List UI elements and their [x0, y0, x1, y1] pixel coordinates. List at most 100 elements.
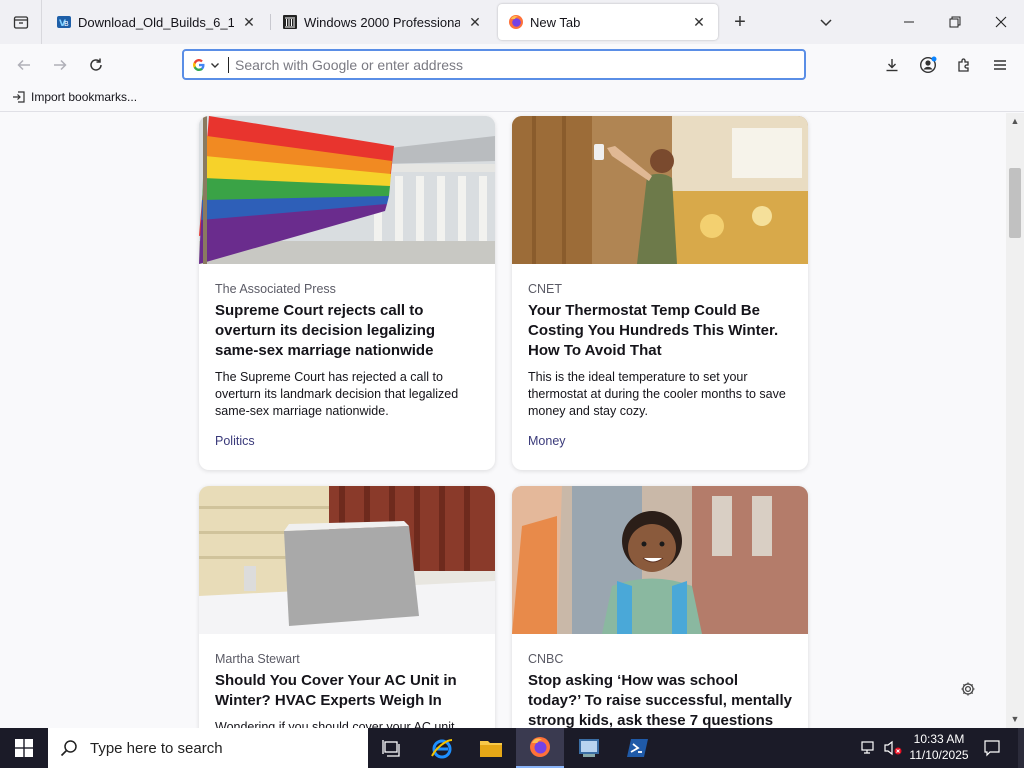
scroll-up-icon[interactable]: ▲ — [1009, 115, 1021, 127]
tab-title: Windows 2000 Professional : M — [304, 14, 460, 30]
story-headline[interactable]: Stop asking ‘How was school today?’ To r… — [528, 671, 792, 728]
tab-windows-2000[interactable]: Windows 2000 Professional : M ✕ — [272, 4, 494, 40]
vertical-scrollbar[interactable]: ▲ ▼ — [1006, 113, 1024, 728]
reload-button[interactable] — [82, 51, 110, 79]
story-excerpt: This is the ideal temperature to set you… — [528, 370, 786, 418]
start-button[interactable] — [0, 728, 48, 768]
reload-icon — [90, 58, 102, 71]
minimize-button[interactable] — [886, 0, 932, 44]
file-explorer-button[interactable] — [467, 728, 515, 768]
volume-muted-icon — [884, 740, 902, 756]
customize-new-tab-button[interactable] — [958, 679, 978, 699]
hamburger-menu-icon — [994, 60, 1006, 70]
restore-button[interactable] — [932, 0, 978, 44]
story-headline[interactable]: Should You Cover Your AC Unit in Winter?… — [215, 671, 479, 711]
tab-new-tab[interactable]: New Tab ✕ — [498, 4, 718, 40]
back-arrow-icon — [17, 59, 30, 71]
close-tab-icon[interactable]: ✕ — [690, 13, 708, 31]
firefox-view-icon — [13, 16, 28, 29]
story-topic: Money — [528, 434, 566, 448]
close-window-button[interactable] — [978, 0, 1024, 44]
powershell-button[interactable] — [614, 728, 662, 768]
network-icon — [861, 741, 874, 754]
story-thumbnail — [512, 486, 808, 634]
chevron-down-icon — [820, 19, 832, 27]
close-icon — [995, 16, 1007, 28]
navigation-toolbar — [0, 44, 1024, 86]
scroll-down-icon[interactable]: ▼ — [1009, 713, 1021, 725]
story-card[interactable]: CNBC Stop asking ‘How was school today?’… — [512, 486, 808, 728]
tab-title: New Tab — [530, 14, 581, 30]
virtualbox-icon: VB — [56, 14, 72, 30]
account-icon — [919, 56, 937, 74]
url-input[interactable] — [228, 56, 804, 73]
story-source: Martha Stewart — [215, 652, 300, 666]
list-all-tabs-button[interactable] — [814, 10, 838, 34]
internet-explorer-button[interactable] — [418, 728, 466, 768]
chevron-down-icon — [211, 62, 219, 68]
story-card[interactable]: The Associated Press Supreme Court rejec… — [199, 116, 495, 470]
tab-separator — [270, 14, 271, 30]
import-bookmarks-label: Import bookmarks... — [31, 90, 138, 104]
tab-download-old-builds[interactable]: VB Download_Old_Builds_6_1 – Ora ✕ — [46, 4, 268, 40]
story-topic: Politics — [215, 434, 255, 448]
taskbar-clock[interactable]: 10:33 AM 11/10/2025 — [904, 731, 974, 763]
story-excerpt: Wondering if you should cover your AC un… — [215, 720, 455, 728]
clock-time: 10:33 AM — [913, 732, 965, 746]
extensions-button[interactable] — [950, 51, 978, 79]
story-source: CNET — [528, 282, 563, 296]
story-headline[interactable]: Supreme Court rejects call to overturn i… — [215, 301, 479, 361]
forward-arrow-icon — [54, 59, 67, 71]
taskbar-search-placeholder: Type here to search — [90, 739, 223, 757]
story-thumbnail — [199, 486, 495, 634]
firefox-taskbar-button[interactable] — [516, 728, 564, 768]
gear-icon — [961, 682, 975, 696]
download-icon — [886, 59, 898, 72]
close-tab-icon[interactable]: ✕ — [466, 13, 484, 31]
new-tab-page: The Associated Press Supreme Court rejec… — [0, 113, 1006, 728]
story-card[interactable]: CNET Your Thermostat Temp Could Be Costi… — [512, 116, 808, 470]
new-tab-button[interactable]: + — [728, 10, 752, 34]
file-manager-button[interactable] — [565, 728, 613, 768]
import-icon — [13, 91, 25, 103]
downloads-button[interactable] — [878, 51, 906, 79]
windows-taskbar: Type here to search 10:33 AM 11/10/2025 — [0, 728, 1024, 768]
google-icon — [193, 58, 205, 71]
firefox-icon — [508, 14, 524, 30]
server-manager-icon — [579, 739, 599, 757]
import-bookmarks-button[interactable]: Import bookmarks... — [12, 90, 137, 104]
clock-date: 11/10/2025 — [909, 748, 969, 762]
story-thumbnail — [512, 116, 808, 264]
story-source: CNBC — [528, 652, 564, 666]
search-engine-selector[interactable] — [184, 51, 228, 78]
scrollbar-thumb[interactable] — [1009, 168, 1021, 238]
back-button[interactable] — [10, 51, 38, 79]
forward-button[interactable] — [46, 51, 74, 79]
app-menu-button[interactable] — [986, 51, 1014, 79]
archive-icon — [282, 14, 298, 30]
tab-overview-button[interactable] — [0, 0, 42, 44]
network-tray-button[interactable] — [858, 728, 882, 768]
internet-explorer-icon — [431, 739, 453, 759]
puzzle-icon — [958, 58, 969, 72]
taskbar-search-box[interactable]: Type here to search — [48, 728, 368, 768]
firefox-icon — [530, 737, 550, 757]
show-desktop-button[interactable] — [1018, 728, 1024, 768]
task-view-icon — [382, 740, 400, 757]
windows-logo-icon — [15, 739, 33, 757]
search-icon — [60, 740, 77, 757]
account-button[interactable] — [914, 51, 942, 79]
address-bar[interactable] — [182, 49, 806, 80]
powershell-icon — [627, 739, 648, 757]
tab-title: Download_Old_Builds_6_1 – Ora — [78, 14, 234, 30]
minimize-icon — [904, 21, 914, 23]
bookmarks-toolbar: Import bookmarks... — [0, 86, 1024, 112]
volume-tray-button[interactable] — [882, 728, 904, 768]
close-tab-icon[interactable]: ✕ — [240, 13, 258, 31]
task-view-button[interactable] — [368, 728, 416, 768]
story-headline[interactable]: Your Thermostat Temp Could Be Costing Yo… — [528, 301, 792, 361]
notification-icon — [984, 740, 1000, 757]
plus-icon: + — [734, 10, 746, 33]
story-card[interactable]: Martha Stewart Should You Cover Your AC … — [199, 486, 495, 728]
action-center-button[interactable] — [978, 728, 1006, 768]
